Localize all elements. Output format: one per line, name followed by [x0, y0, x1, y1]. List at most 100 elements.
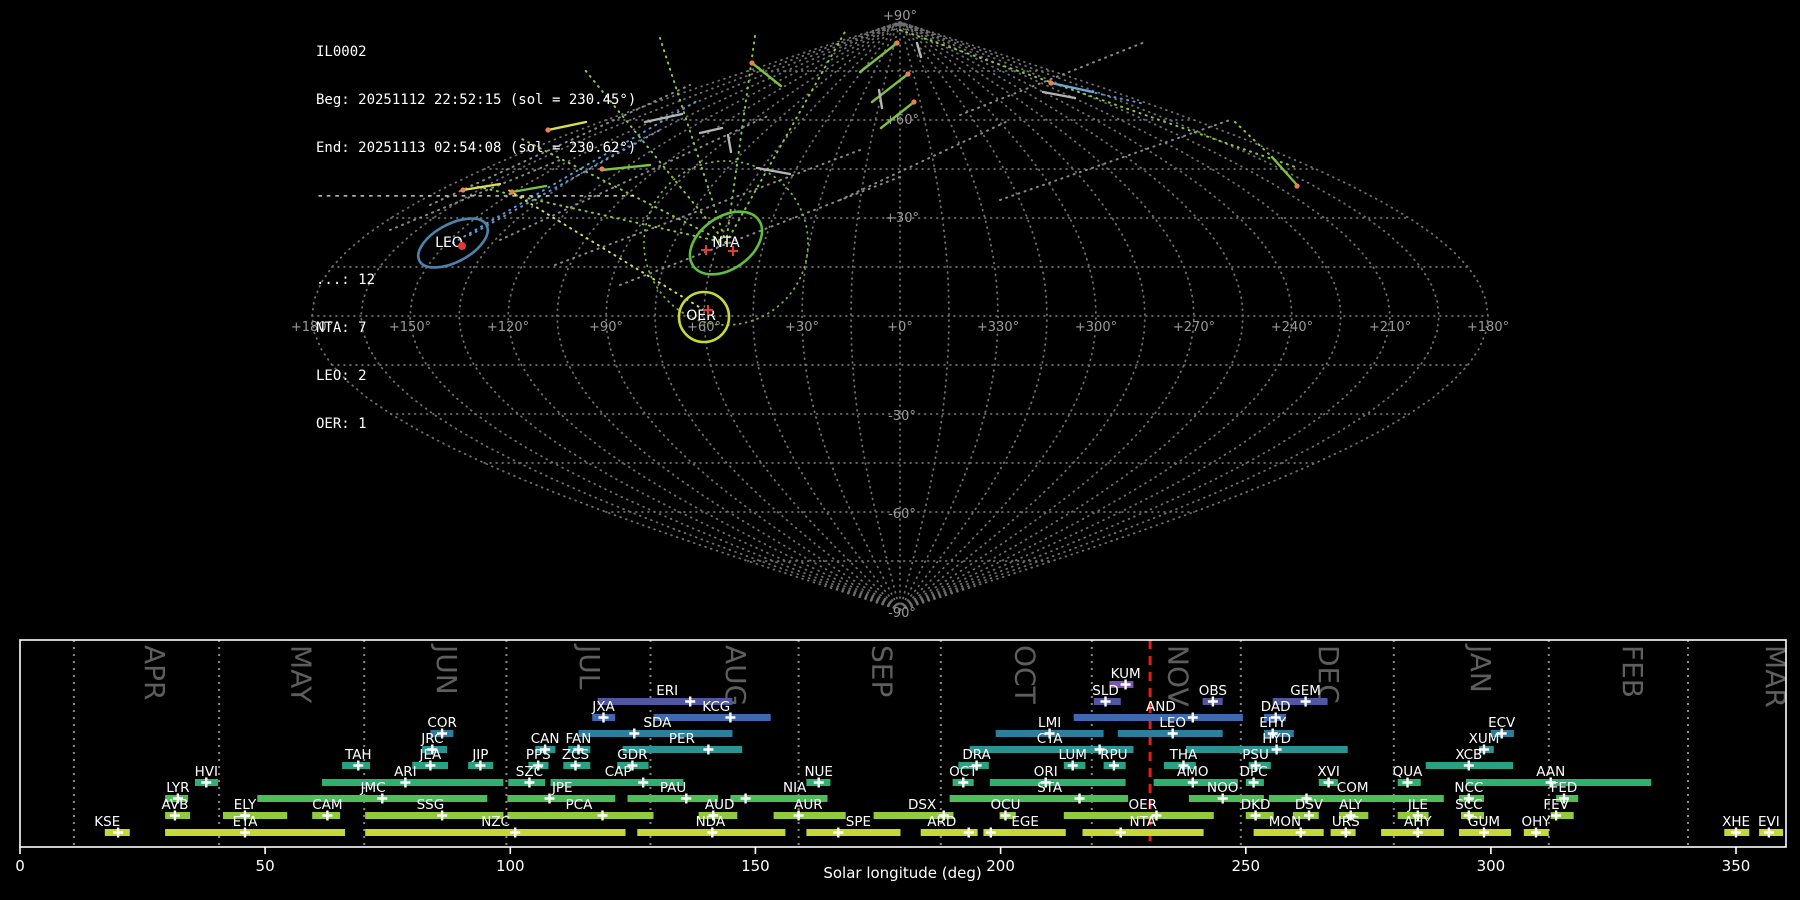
x-tick-label-0: 0: [15, 857, 25, 875]
shower-label-HYD: HYD: [1262, 731, 1291, 747]
shower-label-URS: URS: [1332, 814, 1360, 830]
shower-label-PER: PER: [669, 731, 695, 747]
shower-label-AUR: AUR: [794, 797, 823, 813]
shower-label-JPE: JPE: [551, 780, 573, 796]
shower-label-SLD: SLD: [1092, 683, 1119, 699]
map-latitude-label: -30°: [888, 409, 916, 424]
shower-label-PAU: PAU: [660, 780, 686, 796]
shower-label-OCT: OCT: [949, 764, 978, 780]
shower-bar-SPE: [806, 829, 900, 836]
shower-label-DAD: DAD: [1261, 699, 1291, 715]
shower-label-NIA: NIA: [783, 780, 807, 796]
x-tick-label-250: 250: [1231, 857, 1260, 875]
map-latitude-label: -60°: [888, 507, 916, 522]
shower-label-CAP: CAP: [605, 764, 632, 780]
shower-label-SPE: SPE: [846, 814, 871, 830]
x-tick-label-350: 350: [1722, 857, 1751, 875]
shower-label-NDA: NDA: [696, 814, 726, 830]
shower-label-AVB: AVB: [161, 797, 188, 813]
count-nta: NTA: 7: [316, 320, 636, 336]
meteor-trail: [1235, 122, 1272, 157]
shower-label-EGE: EGE: [1011, 814, 1039, 830]
shower-label-AMO: AMO: [1177, 764, 1209, 780]
month-label-MAR: MAR: [1759, 645, 1792, 708]
shower-label-MON: MON: [1269, 814, 1301, 830]
x-axis-label: Solar longitude (deg): [823, 864, 981, 882]
month-label-JAN: JAN: [1464, 643, 1497, 693]
x-tick-label-300: 300: [1477, 857, 1506, 875]
shower-label-PSU: PSU: [1242, 747, 1269, 763]
shower-bar-AHY: [1381, 829, 1444, 836]
shower-label-NZC: NZC: [481, 814, 510, 830]
meteor-tip-dot: [749, 60, 754, 65]
shower-label-SCC: SCC: [1455, 797, 1482, 813]
shower-label-COM: COM: [1337, 780, 1369, 796]
map-latitude-label: +30°: [885, 211, 919, 226]
shower-label-FED: FED: [1551, 780, 1578, 796]
shower-label-ERI: ERI: [656, 683, 678, 699]
shower-label-KCG: KCG: [702, 699, 730, 715]
shower-bar-ETA: [165, 829, 345, 836]
count-oer: OER: 1: [316, 416, 636, 432]
shower-label-ELY: ELY: [234, 797, 257, 813]
separator-line: --------------------------------------: [316, 188, 636, 204]
shower-label-QUA: QUA: [1393, 764, 1424, 780]
meteor-tip-dot: [911, 99, 916, 104]
shower-label-CAM: CAM: [312, 797, 342, 813]
meteor-streak: [700, 128, 722, 133]
shower-label-LEO: LEO: [1159, 715, 1186, 731]
shower-label-OCU: OCU: [991, 797, 1021, 813]
x-tick-label-50: 50: [256, 857, 275, 875]
month-label-MAY: MAY: [284, 645, 317, 704]
station-id: IL0002: [316, 44, 636, 60]
shower-label-LUM: LUM: [1058, 747, 1086, 763]
shower-bar-JPE: [507, 795, 615, 802]
meteor-tip-dot: [905, 71, 910, 76]
map-longitude-label: +330°: [977, 320, 1019, 335]
month-label-JUN: JUN: [430, 643, 463, 695]
meteor-tip-dot: [894, 40, 899, 45]
shower-bar-MON: [1254, 829, 1324, 836]
shower-label-PPS: PPS: [526, 747, 551, 763]
month-label-FEB: FEB: [1616, 645, 1649, 698]
shower-label-CAN: CAN: [531, 731, 560, 747]
shower-label-DKD: DKD: [1241, 797, 1271, 813]
meteor-streak: [1043, 92, 1075, 98]
map-latitude-label: +90°: [883, 9, 917, 24]
shower-label-KUM: KUM: [1111, 666, 1141, 682]
shower-label-JXA: JXA: [591, 699, 615, 715]
app-screenshot: { "header": { "station": "IL0002", "beg"…: [0, 0, 1800, 900]
map-longitude-label: +180°: [1467, 320, 1509, 335]
meteor-streak: [879, 90, 882, 108]
shower-label-AAN: AAN: [1536, 764, 1565, 780]
shower-label-CTA: CTA: [1037, 731, 1064, 747]
shower-label-PCA: PCA: [566, 797, 594, 813]
shower-label-DSX: DSX: [908, 797, 936, 813]
meteor-trail: [840, 120, 1010, 200]
shower-label-ARD: ARD: [927, 814, 956, 830]
month-label-SEP: SEP: [865, 645, 898, 697]
shower-label-JIP: JIP: [471, 747, 488, 763]
shower-label-LYR: LYR: [166, 780, 189, 796]
shower-label-SSG: SSG: [417, 797, 445, 813]
map-longitude-label: +210°: [1369, 320, 1411, 335]
shower-bar-STA: [950, 795, 1129, 802]
shower-bar-ARI: [322, 779, 503, 786]
shower-bar-NTA: [1083, 829, 1204, 836]
shower-label-NTA: NTA: [1130, 814, 1157, 830]
map-longitude-label: +300°: [1075, 320, 1117, 335]
meteor-streak: [872, 74, 908, 102]
shower-label-STA: STA: [1037, 780, 1063, 796]
shower-label-GEM: GEM: [1290, 683, 1321, 699]
month-label-OCT: OCT: [1009, 645, 1042, 705]
shower-label-NCC: NCC: [1454, 780, 1483, 796]
radiant-marker-plus: [701, 245, 711, 255]
shower-bar-SDA: [579, 730, 733, 737]
shower-label-OER: OER: [1129, 797, 1158, 813]
shower-label-JEA: JEA: [419, 747, 443, 763]
shower-label-JLE: JLE: [1407, 797, 1428, 813]
shower-label-AUD: AUD: [705, 797, 735, 813]
shower-label-AND: AND: [1146, 699, 1176, 715]
x-tick-label-150: 150: [741, 857, 770, 875]
shower-label-ECV: ECV: [1488, 715, 1516, 731]
